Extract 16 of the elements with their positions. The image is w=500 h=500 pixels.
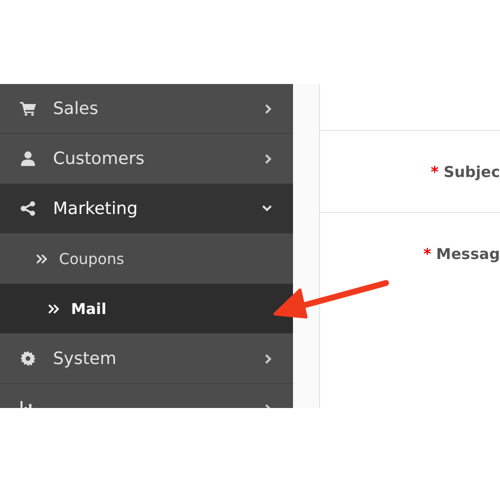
chevron-down-icon	[262, 205, 272, 212]
field-label: Messag	[436, 244, 500, 262]
chevron-right-icon	[265, 354, 272, 364]
cart-icon	[19, 101, 37, 116]
submenu-item[interactable]: Mail	[0, 284, 293, 334]
share-icon	[19, 201, 37, 216]
required-mark: *	[423, 244, 432, 262]
gear-icon	[19, 351, 37, 366]
double-chevron-icon	[48, 304, 59, 314]
required-mark: *	[430, 162, 439, 180]
user-icon	[19, 151, 37, 166]
field-label: Subjec	[444, 162, 500, 180]
sidebar-item[interactable]: Marketing	[0, 184, 293, 234]
chevron-right-icon	[265, 154, 272, 164]
double-chevron-icon	[36, 254, 47, 264]
chevron-right-icon	[265, 104, 272, 114]
